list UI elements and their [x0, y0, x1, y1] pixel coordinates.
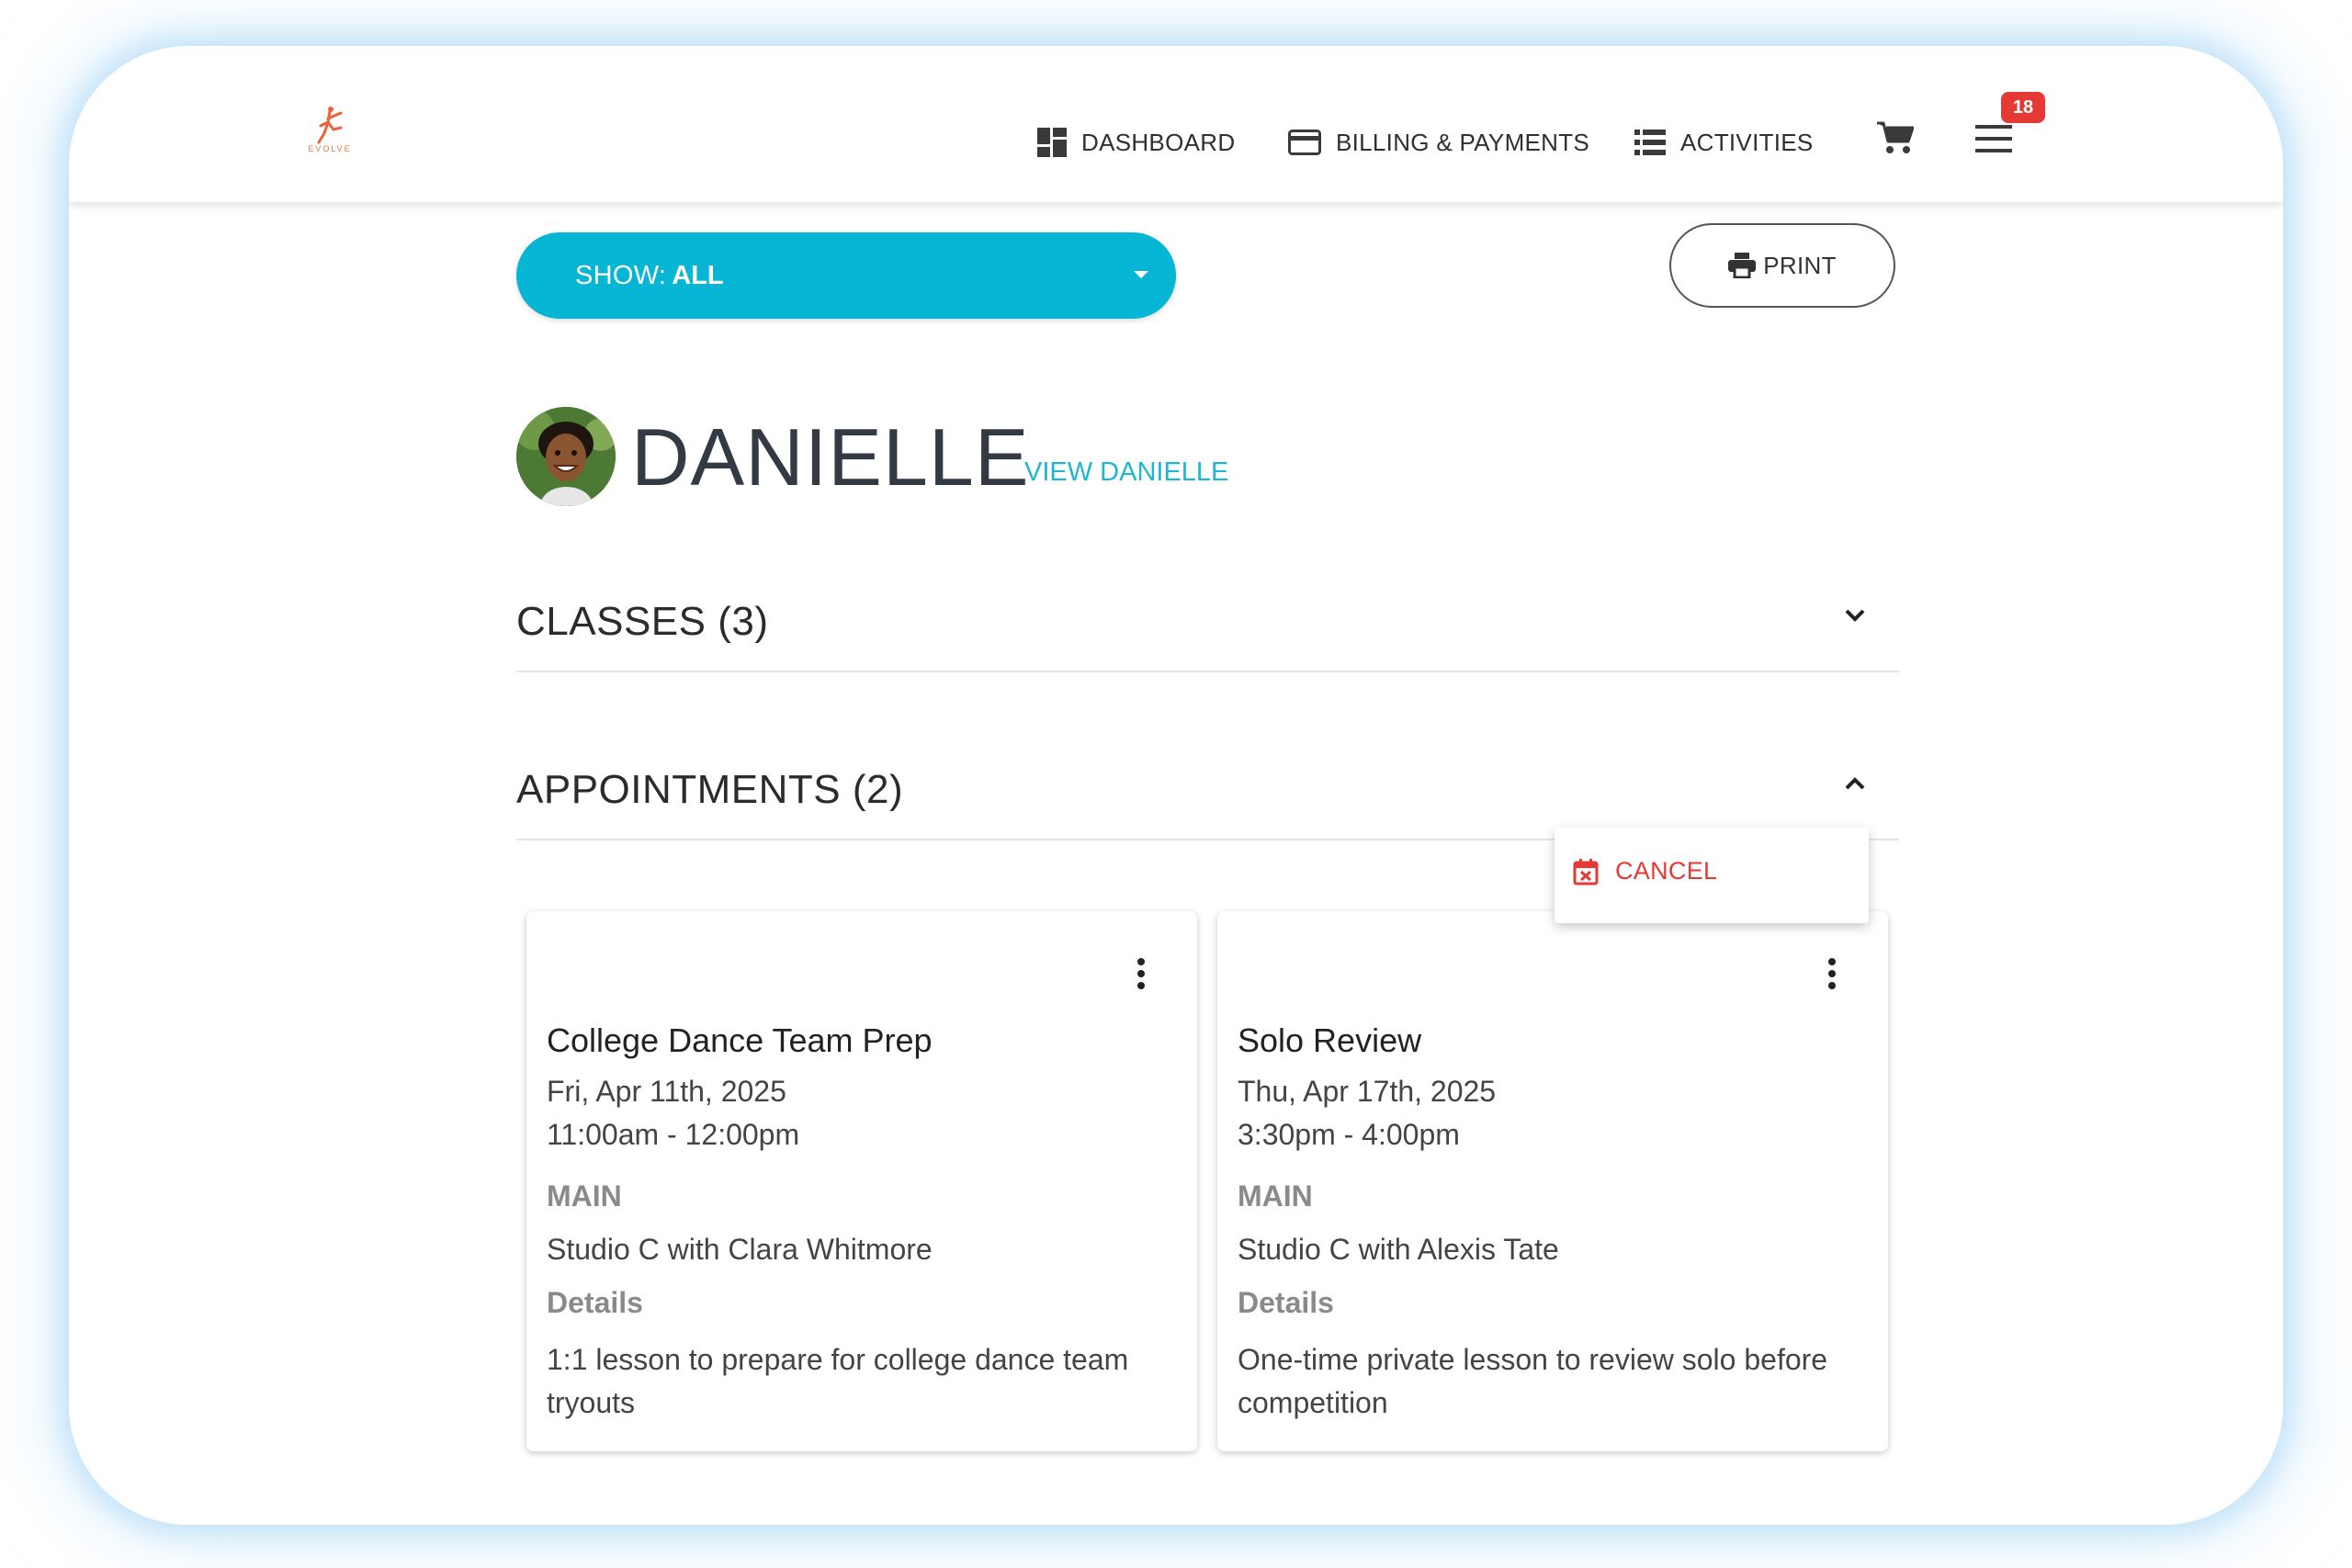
menu-button[interactable] — [1975, 125, 2012, 157]
caret-down-icon — [1134, 271, 1148, 278]
appointment-details-heading: Details — [1238, 1286, 1334, 1319]
appointment-details-heading: Details — [547, 1286, 643, 1319]
hamburger-menu-icon — [1975, 125, 2012, 152]
more-options-button[interactable] — [1136, 957, 1146, 995]
cancel-appointment-menu-item[interactable]: CANCEL — [1573, 857, 1717, 886]
appointment-time: 11:00am - 12:00pm — [547, 1118, 800, 1151]
appointment-context-menu: CANCEL — [1555, 828, 1869, 923]
cart-icon — [1877, 121, 1915, 153]
nav-dashboard[interactable]: DASHBOARD — [1037, 124, 1235, 161]
show-filter-dropdown[interactable]: SHOW: ALL — [516, 232, 1176, 319]
printer-icon — [1728, 253, 1757, 278]
credit-card-icon — [1288, 130, 1321, 155]
app-frame: EVOLVE DASHBOARD BILLING & PAYMENTS ACTI… — [69, 46, 2283, 1525]
appointment-title: Solo Review — [1238, 1021, 1422, 1059]
evolve-logo[interactable]: EVOLVE — [300, 106, 359, 161]
cart-button[interactable] — [1877, 121, 1915, 159]
kebab-menu-icon — [1828, 958, 1836, 989]
list-icon — [1634, 130, 1666, 155]
nav-dashboard-label: DASHBOARD — [1081, 128, 1236, 156]
logo-text: EVOLVE — [308, 144, 352, 153]
top-navigation-bar: EVOLVE DASHBOARD BILLING & PAYMENTS ACTI… — [69, 46, 2283, 202]
print-button[interactable]: PRINT — [1669, 223, 1895, 308]
view-student-link[interactable]: VIEW DANIELLE — [1024, 457, 1228, 488]
nav-billing-label: BILLING & PAYMENTS — [1336, 128, 1590, 156]
nav-activities-label: ACTIVITIES — [1680, 128, 1814, 156]
appointment-details: One-time private lesson to review solo b… — [1238, 1343, 1828, 1419]
appointments-section-header[interactable]: APPOINTMENTS (2) — [516, 739, 1899, 840]
appointment-card: Solo Review Thu, Apr 17th, 2025 3:30pm -… — [1217, 911, 1888, 1451]
kebab-menu-icon — [1137, 958, 1145, 989]
appointment-card: College Dance Team Prep Fri, Apr 11th, 2… — [526, 911, 1197, 1451]
appointment-location-heading: MAIN — [1238, 1179, 1313, 1213]
appointment-date: Thu, Apr 17th, 2025 — [1238, 1075, 1497, 1108]
appointment-details: 1:1 lesson to prepare for college dance … — [547, 1343, 1129, 1419]
avatar — [516, 407, 616, 506]
chevron-down-icon — [1845, 609, 1865, 622]
appointment-location-heading: MAIN — [547, 1179, 622, 1213]
more-options-button[interactable] — [1827, 957, 1837, 995]
dancer-logo-icon — [317, 107, 343, 144]
appointment-location: Studio C with Alexis Tate — [1238, 1233, 1559, 1266]
show-filter-value: ALL — [672, 260, 724, 290]
appointment-time: 3:30pm - 4:00pm — [1238, 1118, 1460, 1151]
chevron-up-icon — [1845, 777, 1865, 790]
appointment-date: Fri, Apr 11th, 2025 — [547, 1075, 786, 1108]
nav-billing-payments[interactable]: BILLING & PAYMENTS — [1288, 124, 1589, 161]
appointments-section-title: APPOINTMENTS (2) — [516, 767, 904, 812]
student-photo — [516, 407, 616, 506]
dashboard-icon — [1037, 128, 1067, 157]
appointment-title: College Dance Team Prep — [547, 1021, 933, 1059]
print-label: PRINT — [1763, 251, 1837, 279]
notification-badge: 18 — [2001, 92, 2045, 123]
show-filter-label: SHOW: — [575, 260, 667, 290]
classes-section-title: CLASSES (3) — [516, 599, 769, 644]
calendar-cancel-icon — [1573, 858, 1599, 885]
classes-section-header[interactable]: CLASSES (3) — [516, 571, 1899, 672]
nav-activities[interactable]: ACTIVITIES — [1634, 124, 1814, 161]
appointment-location: Studio C with Clara Whitmore — [547, 1233, 933, 1266]
cancel-label: CANCEL — [1615, 857, 1718, 885]
student-name: DANIELLE — [631, 412, 1030, 502]
